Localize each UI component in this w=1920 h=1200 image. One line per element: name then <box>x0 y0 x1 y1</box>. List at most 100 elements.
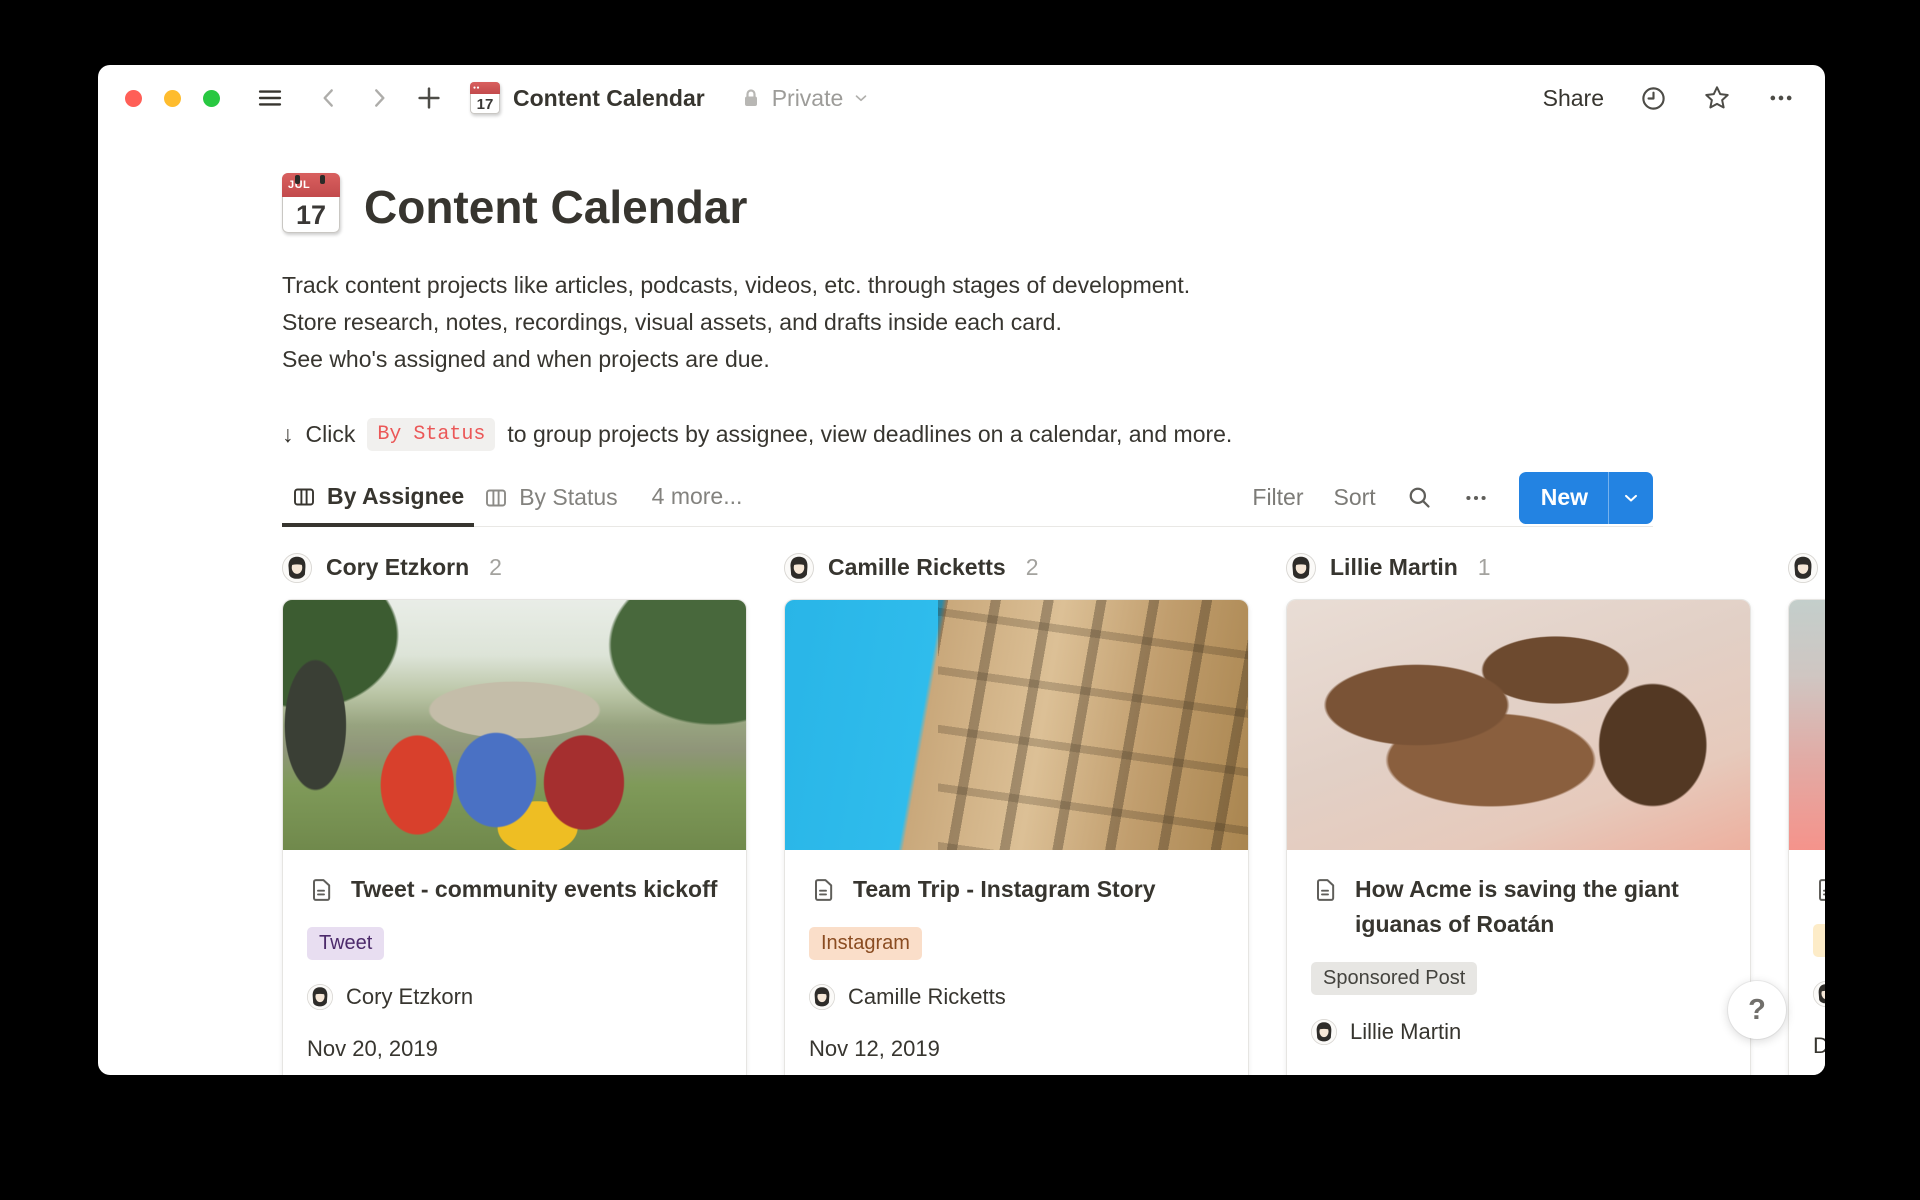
page-content: JUL 17 Content Calendar Track content pr… <box>98 131 1825 1075</box>
tag-sponsored-post: Sponsored Post <box>1311 962 1477 995</box>
card-team-trip[interactable]: Team Trip - Instagram Story Instagram Ca… <box>784 599 1249 1075</box>
lock-icon <box>739 86 763 110</box>
card-tweet-community-events[interactable]: Tweet - community events kickoff Tweet C… <box>282 599 747 1075</box>
assignee-name: Cory Etzkorn <box>346 984 473 1010</box>
avatar <box>1813 981 1825 1007</box>
zoom-button[interactable] <box>203 90 220 107</box>
breadcrumb[interactable]: ●● 17 Content Calendar <box>470 82 705 114</box>
new-dropdown-chevron-icon[interactable] <box>1608 472 1653 524</box>
column-name: Cory Etzkorn <box>326 554 469 581</box>
column-count: 2 <box>489 554 502 581</box>
filter-button[interactable]: Filter <box>1252 484 1303 511</box>
description-line: Store research, notes, recordings, visua… <box>282 304 1825 341</box>
document-icon <box>809 876 837 904</box>
back-icon[interactable] <box>316 85 342 111</box>
assignee-name: Camille Ricketts <box>848 984 1006 1010</box>
tag-video: V <box>1813 924 1825 957</box>
board-column-lillie: Lillie Martin 1 How Acme is saving the g… <box>1286 549 1751 1075</box>
avatar <box>1788 553 1818 583</box>
calendar-icon-month: JUL <box>282 173 340 197</box>
window-toolbar: ●● 17 Content Calendar Private Share <box>98 65 1825 131</box>
page-favicon-calendar-icon: ●● 17 <box>470 82 500 114</box>
tag-tweet: Tweet <box>307 927 384 960</box>
description-line: See who's assigned and when projects are… <box>282 341 1825 378</box>
card-title: How Acme is saving the giant iguanas of … <box>1355 872 1726 942</box>
card-cover-iguanas-photo <box>1287 600 1750 850</box>
minimize-button[interactable] <box>164 90 181 107</box>
avatar <box>307 984 333 1010</box>
tab-label: By Status <box>519 484 617 511</box>
traffic-lights <box>125 90 220 107</box>
description-line: Track content projects like articles, po… <box>282 267 1825 304</box>
card-cover-festival-photo <box>283 600 746 850</box>
more-options-icon[interactable] <box>1767 84 1795 112</box>
view-options-icon[interactable] <box>1463 485 1489 511</box>
column-count: 1 <box>1478 554 1491 581</box>
board-view-icon <box>484 486 508 510</box>
toolbar-actions: Share <box>1543 84 1795 112</box>
privacy-dropdown[interactable]: Private <box>739 85 871 112</box>
help-button[interactable]: ? <box>1728 981 1786 1039</box>
tab-by-status[interactable]: By Status <box>474 470 627 527</box>
chevron-down-icon <box>852 89 870 107</box>
share-button[interactable]: Share <box>1543 85 1604 112</box>
forward-icon[interactable] <box>366 85 392 111</box>
card-date: Nov 12, 2019 <box>809 1036 1224 1062</box>
column-header[interactable]: Cory Etzkorn 2 <box>282 549 747 586</box>
card-assignee: Camille Ricketts <box>809 984 1224 1010</box>
avatar <box>784 553 814 583</box>
document-icon <box>1311 876 1339 904</box>
page-description: Track content projects like articles, po… <box>282 267 1825 378</box>
assignee-name: Lillie Martin <box>1350 1019 1461 1045</box>
sort-button[interactable]: Sort <box>1334 484 1376 511</box>
hint-prefix: Click <box>306 421 356 448</box>
hint-suffix: to group projects by assignee, view dead… <box>507 421 1232 448</box>
card-cover-building-photo <box>785 600 1248 850</box>
search-icon[interactable] <box>1406 484 1433 511</box>
column-count: 2 <box>1026 554 1039 581</box>
close-button[interactable] <box>125 90 142 107</box>
avatar <box>1311 1019 1337 1045</box>
card-partial[interactable]: V D <box>1788 599 1825 1075</box>
avatar <box>1286 553 1316 583</box>
card-title: Tweet - community events kickoff <box>351 872 717 907</box>
board-view-icon <box>292 485 316 509</box>
updates-clock-icon[interactable] <box>1640 85 1667 112</box>
avatar <box>282 553 312 583</box>
column-header[interactable]: Camille Ricketts 2 <box>784 549 1249 586</box>
board-column-cory: Cory Etzkorn 2 Tweet - community events … <box>282 549 747 1075</box>
card-iguanas[interactable]: How Acme is saving the giant iguanas of … <box>1286 599 1751 1075</box>
column-name: Camille Ricketts <box>828 554 1006 581</box>
avatar <box>809 984 835 1010</box>
calendar-icon-day: 17 <box>282 197 340 233</box>
column-header[interactable] <box>1788 549 1825 586</box>
more-views-button[interactable]: 4 more... <box>652 483 743 512</box>
sidebar-menu-icon[interactable] <box>256 84 284 112</box>
column-name: Lillie Martin <box>1330 554 1458 581</box>
board-column-partial: V D <box>1788 549 1825 1075</box>
favorite-star-icon[interactable] <box>1703 84 1731 112</box>
view-actions: Filter Sort New <box>1252 472 1653 524</box>
board-column-camille: Camille Ricketts 2 Team Trip - Instagram… <box>784 549 1249 1075</box>
tab-by-assignee[interactable]: By Assignee <box>282 469 474 527</box>
card-assignee: Cory Etzkorn <box>307 984 722 1010</box>
card-date: D <box>1813 1033 1825 1059</box>
card-assignee <box>1813 981 1825 1007</box>
new-page-icon[interactable] <box>414 83 444 113</box>
page-calendar-icon[interactable]: JUL 17 <box>282 173 340 233</box>
hint-code-chip: By Status <box>367 418 495 451</box>
notion-window: ●● 17 Content Calendar Private Share <box>98 65 1825 1075</box>
down-arrow-glyph: ↓ <box>282 421 294 448</box>
document-icon <box>307 876 335 904</box>
card-title: Team Trip - Instagram Story <box>853 872 1155 907</box>
breadcrumb-title: Content Calendar <box>513 85 705 112</box>
new-button[interactable]: New <box>1519 472 1608 524</box>
column-header[interactable]: Lillie Martin 1 <box>1286 549 1751 586</box>
hint-line: ↓ Click By Status to group projects by a… <box>282 418 1825 451</box>
card-date: Nov 20, 2019 <box>307 1036 722 1062</box>
view-bar: By Assignee By Status 4 more... Filter S… <box>282 469 1653 527</box>
card-assignee: Lillie Martin <box>1311 1019 1726 1045</box>
page-title: Content Calendar <box>364 182 747 233</box>
card-cover-gradient-photo <box>1789 600 1825 850</box>
card-date: Nov 12, 2019 <box>1311 1071 1726 1075</box>
